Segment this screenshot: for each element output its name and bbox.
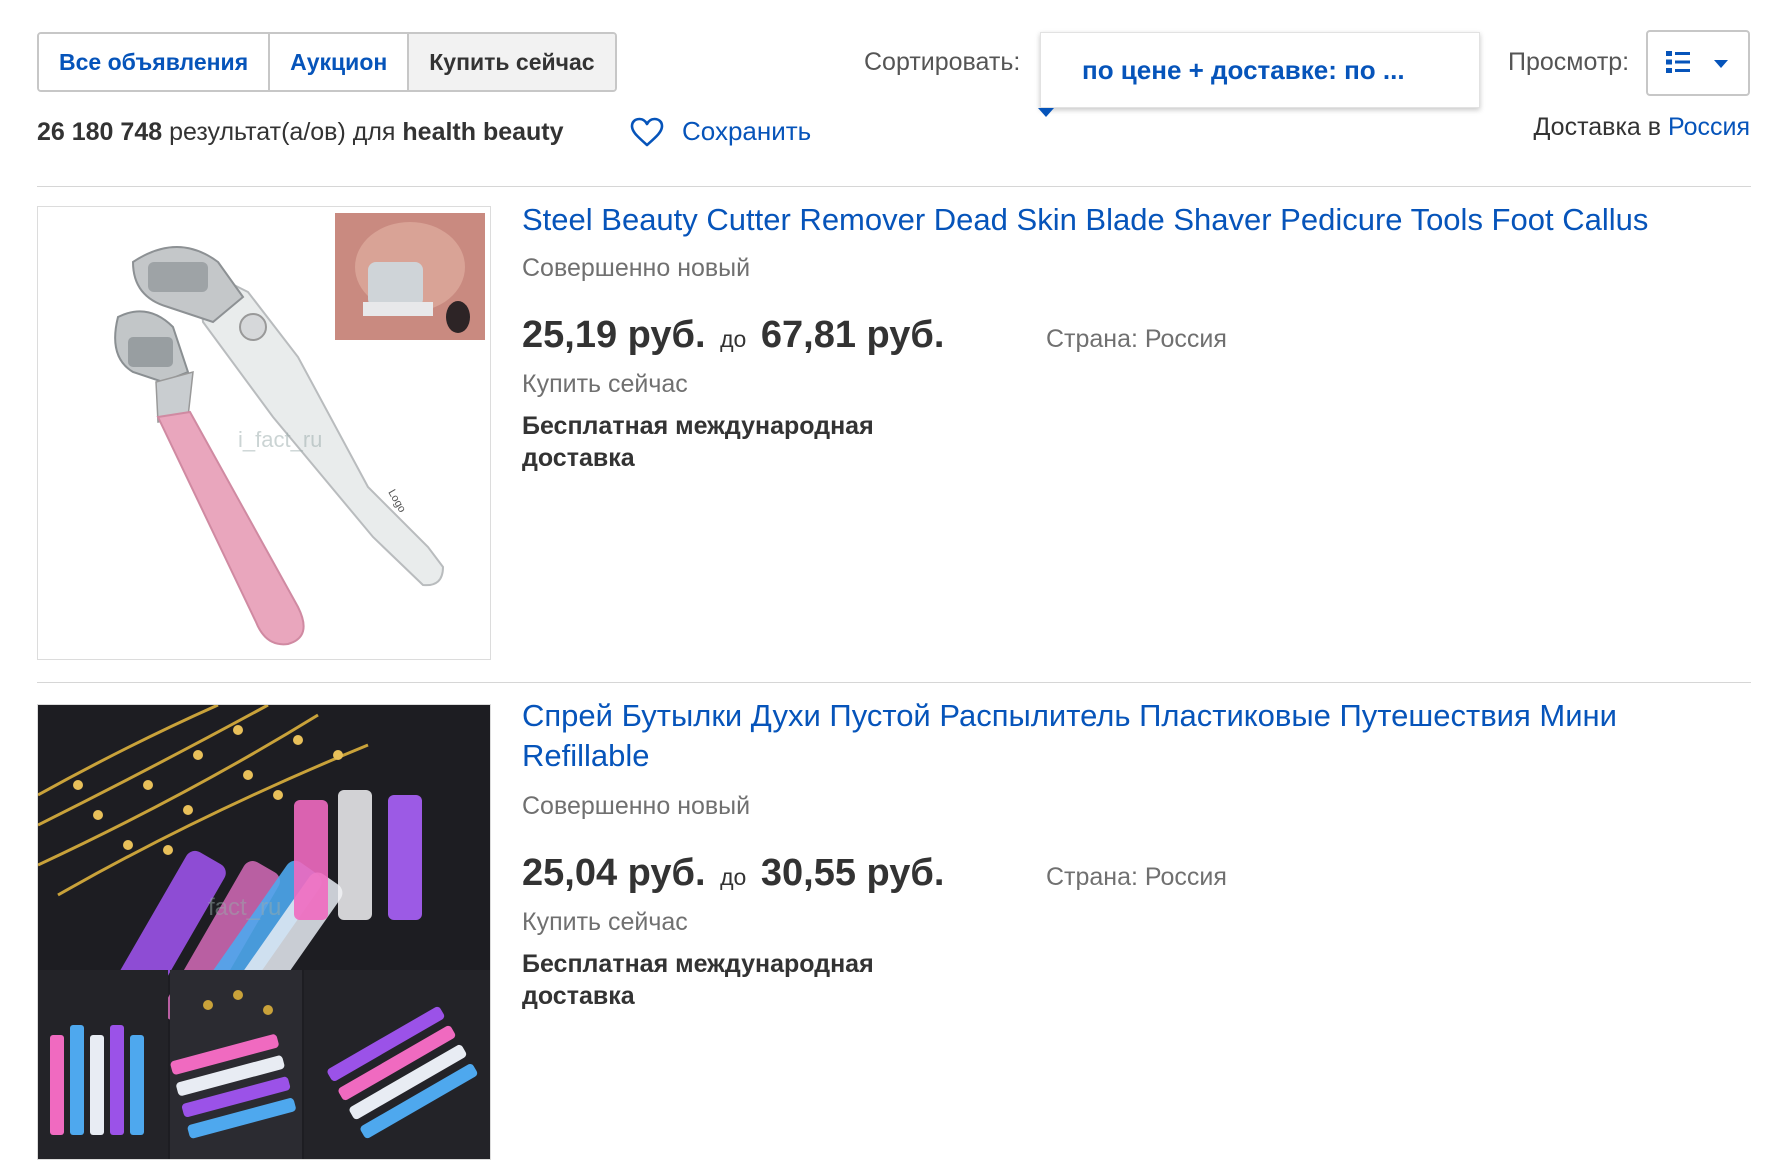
list-view-icon — [1666, 51, 1690, 73]
sort-dropdown[interactable]: по цене + доставке: по ... — [1040, 32, 1480, 108]
item-photo: fact_ru — [38, 705, 490, 1159]
results-count: 26 180 748 — [37, 118, 163, 146]
item-image-foot-callus-cutter[interactable]: i_fact_ru Logo — [37, 206, 491, 660]
item-photo: i_fact_ru Logo — [38, 207, 490, 659]
results-query: health beauty — [402, 118, 564, 146]
view-label: Просмотр: — [1508, 48, 1630, 76]
item-shipping: Бесплатная международная доставка — [522, 412, 874, 472]
item-price: 25,04 руб. до 30,55 руб. — [522, 852, 944, 895]
heart-icon — [630, 117, 664, 146]
item-title-link[interactable]: Спрей Бутылки Духи Пустой Распылитель Пл… — [522, 696, 1702, 776]
price-from: 25,19 руб. — [522, 314, 706, 356]
item-country: Страна: Россия — [1046, 863, 1227, 891]
item-image-spray-bottles[interactable]: fact_ru — [37, 704, 491, 1160]
tab-all-listings[interactable]: Все объявления — [39, 34, 271, 90]
results-text: результат(а/ов) для — [162, 118, 403, 146]
price-to: 67,81 руб. — [760, 314, 945, 356]
price-to-word: до — [720, 864, 747, 890]
item-shipping: Бесплатная международная доставка — [522, 950, 874, 1010]
delivery-country-link[interactable]: Россия — [1668, 113, 1750, 141]
item-condition: Совершенно новый — [522, 792, 751, 820]
save-label: Сохранить — [682, 116, 812, 146]
watermark-text: fact_ru — [208, 894, 281, 921]
tab-buy-it-now[interactable]: Купить сейчас — [409, 34, 615, 90]
price-to-word: до — [720, 326, 747, 352]
sort-value: по цене + доставке: по ... — [1082, 54, 1405, 85]
item-buy-format: Купить сейчас — [522, 370, 688, 398]
divider — [37, 682, 1751, 683]
delivery-prefix: Доставка в — [1533, 113, 1669, 141]
divider — [37, 186, 1751, 187]
view-toggle-button[interactable] — [1646, 30, 1750, 96]
chevron-down-icon — [1714, 60, 1728, 68]
listing-type-tabs: Все объявления Аукцион Купить сейчас — [37, 32, 617, 92]
watermark-text: i_fact_ru — [238, 427, 322, 452]
delivery-location: Доставка в Россия — [1533, 113, 1750, 142]
save-search-button[interactable]: Сохранить — [630, 116, 811, 147]
item-buy-format: Купить сейчас — [522, 908, 688, 936]
sort-label: Сортировать: — [864, 48, 1021, 76]
item-price: 25,19 руб. до 67,81 руб. — [522, 314, 944, 357]
price-to: 30,55 руб. — [760, 852, 945, 894]
tab-auction[interactable]: Аукцион — [270, 34, 410, 90]
item-condition: Совершенно новый — [522, 254, 751, 282]
item-country: Страна: Россия — [1046, 325, 1227, 353]
price-from: 25,04 руб. — [522, 852, 706, 894]
item-title-link[interactable]: Steel Beauty Cutter Remover Dead Skin Bl… — [522, 200, 1702, 240]
results-summary: 26 180 748 результат(а/ов) для health be… — [37, 118, 564, 147]
sort-caret-icon — [1038, 108, 1054, 117]
